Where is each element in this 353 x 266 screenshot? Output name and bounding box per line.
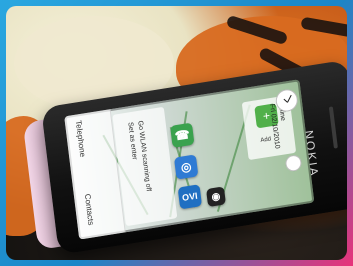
status-line-2: Go WLAN scanning off — [136, 120, 152, 192]
add-contact-label: Add — [260, 136, 272, 145]
shortcut-telephone[interactable]: Telephone — [74, 120, 87, 158]
globe-icon[interactable]: ◎ — [173, 154, 199, 180]
ovi-icon[interactable]: OVI — [177, 184, 203, 210]
camera-icon[interactable]: ◉ — [206, 186, 227, 208]
phone-icon[interactable]: ☎ — [170, 122, 195, 148]
shortcut-contacts[interactable]: Contacts — [83, 193, 96, 226]
photo-background: NOKIA Telephone Contacts Set as enter Go… — [6, 6, 347, 260]
alarm-icon[interactable] — [284, 153, 303, 173]
